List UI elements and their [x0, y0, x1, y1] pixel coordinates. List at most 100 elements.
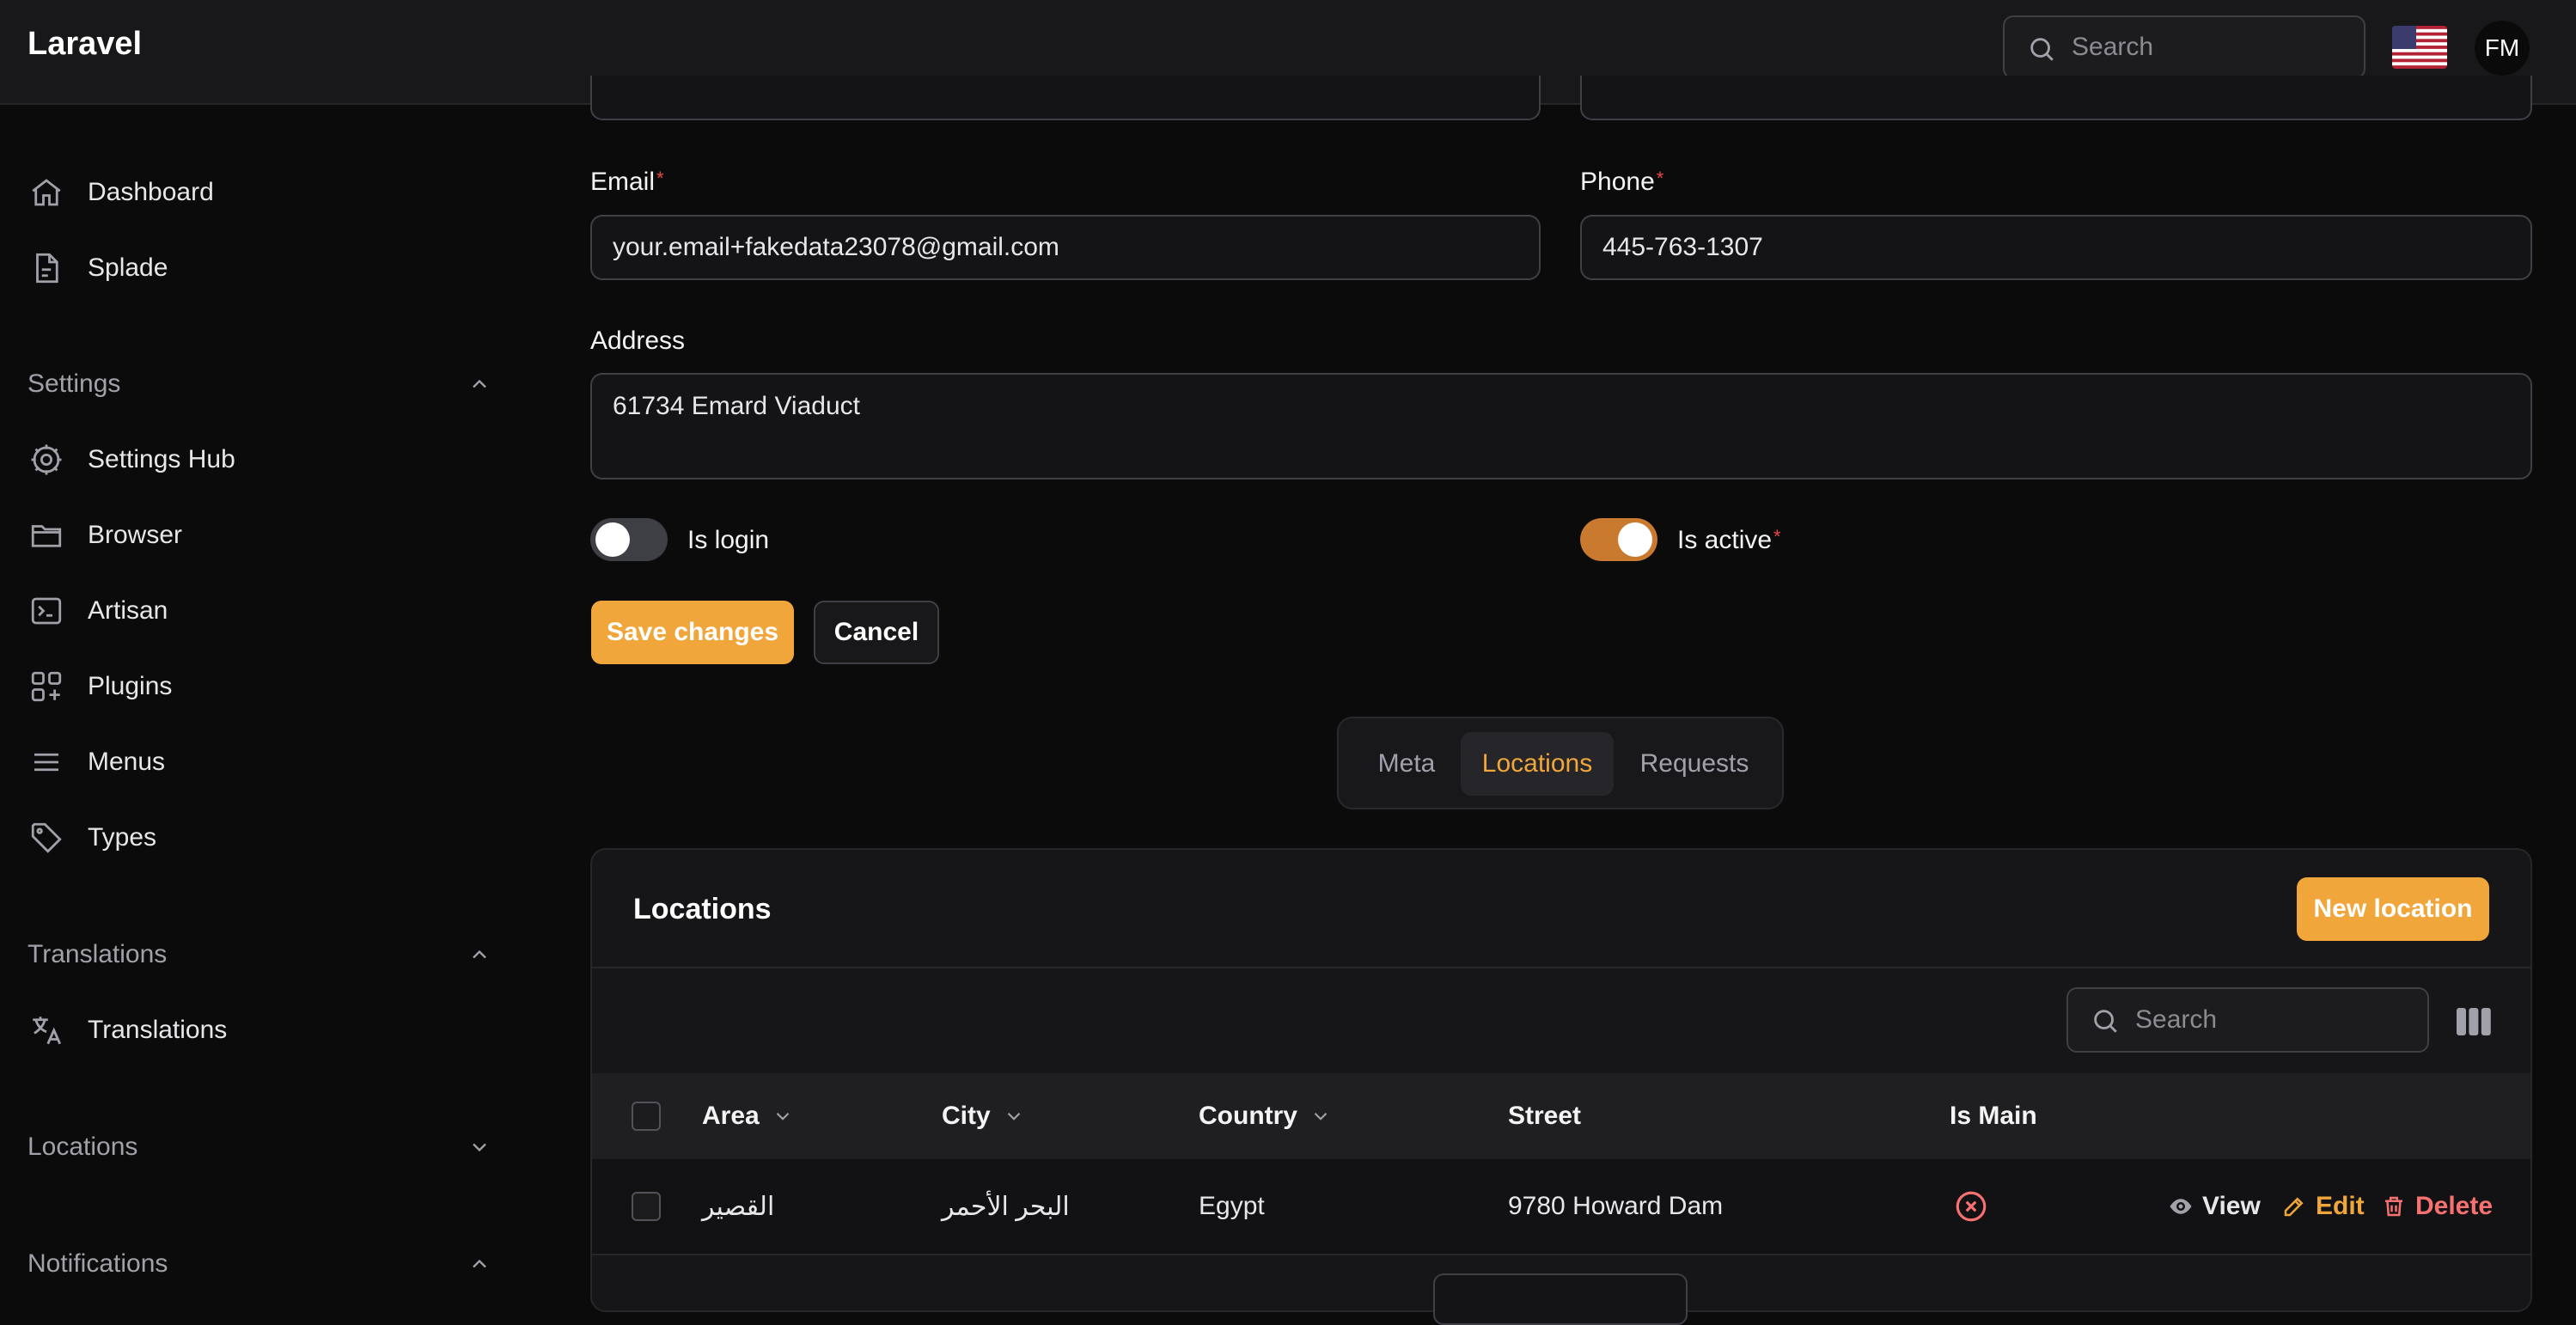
- cell-area: القصير: [702, 1192, 775, 1221]
- row-checkbox[interactable]: [632, 1192, 661, 1221]
- divider: [592, 967, 2530, 968]
- sidebar-group-label: Notifications: [27, 1249, 168, 1278]
- search-icon: [2030, 38, 2054, 61]
- sidebar-item-types[interactable]: Types: [27, 808, 491, 868]
- global-search-placeholder: Search: [2072, 33, 2154, 61]
- panel-title: Locations: [633, 893, 772, 925]
- sidebar-item-splade[interactable]: Splade: [27, 238, 491, 298]
- sidebar-group-notifications[interactable]: Notifications: [27, 1238, 491, 1290]
- chevron-up-icon: [473, 1259, 486, 1268]
- sidebar-group-settings[interactable]: Settings: [27, 358, 491, 410]
- sidebar-item-artisan[interactable]: Artisan: [27, 581, 491, 641]
- cell-street: 9780 Howard Dam: [1508, 1192, 1724, 1220]
- columns-icon[interactable]: [2457, 1006, 2491, 1037]
- sidebar-item-dashboard[interactable]: Dashboard: [27, 162, 491, 223]
- required-mark: *: [1773, 526, 1781, 547]
- column-street: Street: [1508, 1102, 1582, 1130]
- sidebar-item-label: Artisan: [88, 596, 168, 625]
- column-is-main: Is Main: [1950, 1102, 2037, 1130]
- table-search-placeholder: Search: [2135, 1005, 2218, 1034]
- trash-icon: [2385, 1196, 2402, 1217]
- translate-icon: [27, 1011, 65, 1049]
- locations-panel: Locations New location Search Area City …: [590, 848, 2532, 1312]
- cancel-button[interactable]: Cancel: [814, 601, 939, 664]
- is-active-toggle[interactable]: [1580, 518, 1657, 561]
- brand-logo[interactable]: Laravel: [27, 26, 142, 63]
- relation-tabs: Meta Locations Requests: [1337, 717, 1784, 809]
- terminal-icon: [27, 592, 65, 630]
- document-icon: [27, 249, 65, 287]
- select-all-checkbox[interactable]: [632, 1102, 661, 1131]
- tab-meta[interactable]: Meta: [1356, 732, 1457, 796]
- sidebar-group-label: Translations: [27, 940, 168, 968]
- toggle-knob: [595, 522, 630, 557]
- sidebar-item-browser[interactable]: Browser: [27, 505, 491, 565]
- previous-field-left[interactable]: [590, 76, 1541, 120]
- phone-field[interactable]: 445-763-1307: [1580, 215, 2532, 280]
- column-country[interactable]: Country: [1199, 1073, 1332, 1159]
- cell-city: البحر الأحمر: [942, 1192, 1070, 1221]
- tag-icon: [27, 819, 65, 857]
- chevron-up-icon: [473, 379, 486, 388]
- cell-is-main: [1953, 1159, 1989, 1254]
- address-textarea[interactable]: 61734 Emard Viaduct: [590, 373, 2532, 479]
- chevron-down-icon: [776, 1112, 789, 1120]
- sidebar-item-label: Translations: [88, 1016, 228, 1044]
- sidebar-group-label: Settings: [27, 369, 121, 398]
- chevron-down-icon: [473, 1143, 486, 1152]
- email-label: Email*: [590, 168, 664, 196]
- sidebar-item-translations[interactable]: Translations: [27, 1000, 491, 1060]
- us-flag-icon[interactable]: [2392, 26, 2447, 69]
- table-header: Area City Country Street Is Main: [592, 1073, 2530, 1159]
- sidebar-item-plugins[interactable]: Plugins: [27, 656, 491, 717]
- chevron-up-icon: [473, 949, 486, 959]
- is-active-label: Is active*: [1677, 526, 1781, 554]
- cog-icon: [27, 441, 65, 479]
- home-icon: [27, 174, 65, 211]
- folder-icon: [27, 516, 65, 554]
- chevron-down-icon: [1314, 1112, 1328, 1120]
- sidebar-item-label: Dashboard: [88, 178, 214, 206]
- sidebar-group-translations[interactable]: Translations: [27, 929, 491, 980]
- edit-icon: [2284, 1197, 2304, 1217]
- email-field[interactable]: your.email+fakedata23078@gmail.com: [590, 215, 1541, 280]
- table-search-input[interactable]: Search: [2066, 987, 2429, 1053]
- sidebar-item-menus[interactable]: Menus: [27, 732, 491, 792]
- save-button[interactable]: Save changes: [591, 601, 794, 664]
- toggle-knob: [1618, 522, 1652, 557]
- sidebar-group-locations[interactable]: Locations: [27, 1121, 491, 1173]
- sidebar: Dashboard Splade Settings Settings Hub B…: [0, 105, 516, 1299]
- chevron-down-icon: [1007, 1112, 1020, 1120]
- column-area[interactable]: Area: [702, 1073, 794, 1159]
- is-login-label: Is login: [687, 526, 770, 554]
- previous-field-right[interactable]: [1580, 76, 2532, 120]
- new-location-button[interactable]: New location: [2297, 877, 2489, 941]
- required-mark: *: [1656, 168, 1664, 189]
- divider: [592, 1254, 2530, 1255]
- search-icon: [2094, 1010, 2117, 1033]
- sidebar-item-settings-hub[interactable]: Settings Hub: [27, 430, 491, 490]
- sidebar-item-label: Splade: [88, 253, 168, 282]
- table-row: القصير البحر الأحمر Egypt 9780 Howard Da…: [592, 1159, 2530, 1254]
- sidebar-item-label: Menus: [88, 748, 166, 776]
- sidebar-item-label: Settings Hub: [88, 445, 235, 473]
- per-page-select[interactable]: [1433, 1273, 1688, 1325]
- column-city[interactable]: City: [942, 1073, 1025, 1159]
- delete-action[interactable]: Delete: [2381, 1159, 2493, 1254]
- address-label: Address: [590, 327, 686, 355]
- view-action[interactable]: View: [2168, 1159, 2261, 1254]
- sidebar-item-label: Browser: [88, 521, 183, 549]
- global-search-input[interactable]: Search: [2003, 15, 2365, 79]
- sidebar-item-label: Plugins: [88, 672, 173, 700]
- user-avatar[interactable]: FM: [2475, 21, 2530, 76]
- plugins-icon: [27, 668, 65, 705]
- cell-country: Egypt: [1199, 1192, 1265, 1220]
- edit-action[interactable]: Edit: [2281, 1159, 2365, 1254]
- tab-requests[interactable]: Requests: [1619, 732, 1770, 796]
- tab-locations[interactable]: Locations: [1461, 732, 1614, 796]
- menu-icon: [27, 743, 65, 781]
- x-circle-icon: [1956, 1191, 1987, 1222]
- is-login-toggle[interactable]: [590, 518, 668, 561]
- eye-icon: [2170, 1199, 2192, 1214]
- sidebar-item-label: Types: [88, 823, 157, 852]
